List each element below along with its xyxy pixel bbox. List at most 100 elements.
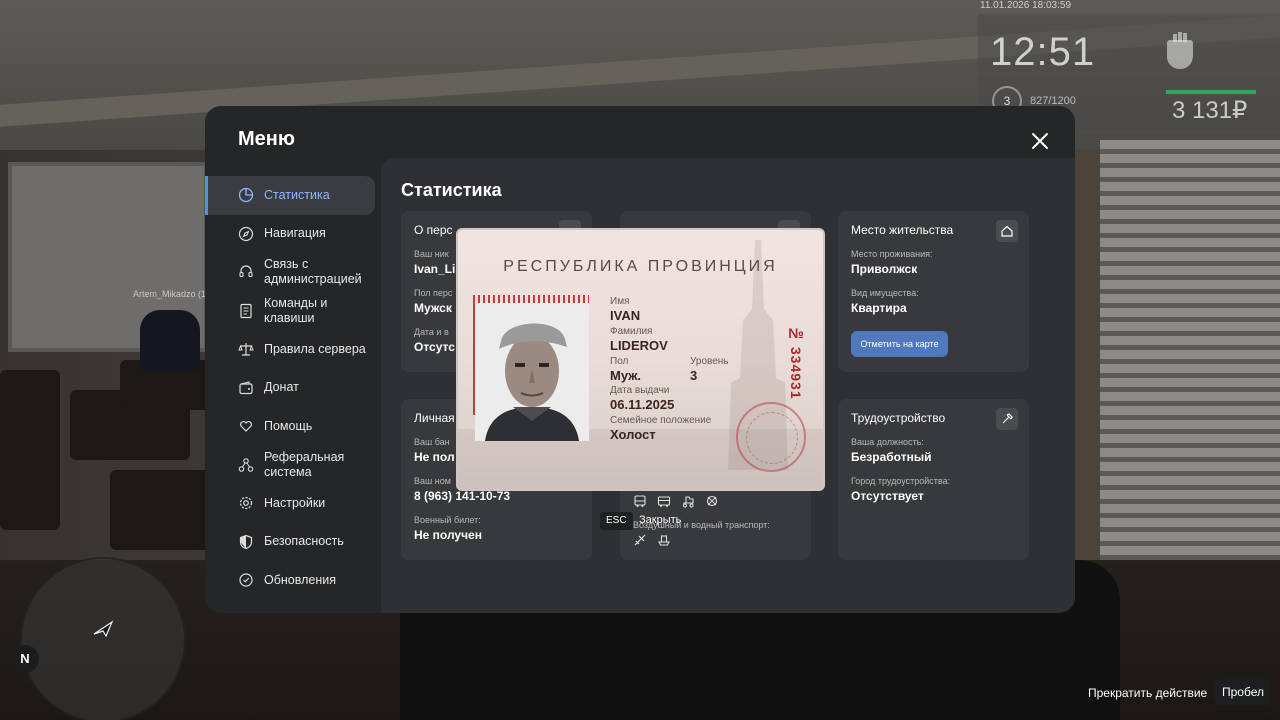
passport-family-label: Семейное положение bbox=[610, 415, 712, 426]
scales-icon bbox=[238, 343, 254, 356]
hud-datetime: 11.01.2026 18:03:59 bbox=[980, 0, 1072, 11]
phone-label: Ваш ном bbox=[414, 476, 451, 486]
gender-label: Пол перс bbox=[414, 288, 453, 298]
card-title: Личная bbox=[414, 411, 455, 425]
work-city-label: Город трудоустройства: bbox=[851, 476, 951, 486]
sidebar-item-commands[interactable]: Команды и клавиши bbox=[205, 292, 381, 331]
wallet-icon bbox=[239, 381, 253, 394]
nick-value: Ivan_Li bbox=[414, 262, 456, 276]
hud-money: 3 131₽ bbox=[1172, 97, 1248, 124]
fist-icon bbox=[1167, 32, 1193, 69]
stop-action-hint: Прекратить действие bbox=[1088, 686, 1208, 700]
passport-name-value: IVAN bbox=[610, 308, 641, 323]
space-key-badge[interactable]: Пробел bbox=[1215, 679, 1271, 705]
military-label: Военный билет: bbox=[414, 515, 481, 525]
special-vehicle-icon bbox=[706, 495, 718, 507]
sidebar-item-navigation[interactable]: Навигация bbox=[205, 215, 381, 254]
date-label: Дата и в bbox=[414, 327, 449, 337]
sidebar-item-settings[interactable]: Настройки bbox=[205, 484, 381, 523]
sidebar-item-label: Статистика bbox=[264, 187, 330, 202]
shield-icon bbox=[239, 534, 253, 549]
home-icon bbox=[996, 220, 1018, 242]
sidebar-item-security[interactable]: Безопасность bbox=[205, 523, 381, 562]
menu-title: Меню bbox=[238, 128, 295, 150]
nick-label: Ваш ник bbox=[414, 249, 449, 259]
card-title: О перс bbox=[414, 223, 453, 237]
work-city-value: Отсутствует bbox=[851, 489, 924, 503]
sidebar-item-updates[interactable]: Обновления bbox=[205, 561, 381, 600]
date-value: Отсутс bbox=[414, 340, 455, 354]
passport-photo bbox=[475, 303, 589, 441]
passport-name-label: Имя bbox=[610, 296, 630, 307]
player-nametag: Artem_Mikadzo (1 bbox=[133, 289, 207, 299]
sidebar-item-label: Команды и клавиши bbox=[264, 295, 328, 325]
sidebar-item-label: Безопасность bbox=[264, 534, 344, 549]
passport-surname-label: Фамилия bbox=[610, 326, 653, 337]
passport-issue-value: 06.11.2025 bbox=[610, 397, 675, 412]
card-title: Место жительства bbox=[851, 223, 954, 237]
card-residence: Место жительства Место проживания: Приво… bbox=[838, 211, 1029, 372]
sidebar-item-label: Донат bbox=[264, 380, 299, 395]
plane-icon bbox=[634, 534, 646, 546]
sidebar-item-label: Связь с администрацией bbox=[264, 257, 362, 287]
passport-family-value: Холост bbox=[610, 427, 656, 442]
card-title: Трудоустройство bbox=[851, 411, 946, 425]
card-employment: Трудоустройство Ваша должность: Безработ… bbox=[838, 399, 1029, 560]
mark-on-map-button[interactable]: Отметить на карте bbox=[851, 331, 948, 357]
air-vehicle-icons bbox=[633, 533, 671, 547]
passport-number: № 334931 bbox=[788, 325, 804, 400]
residence-value: Приволжск bbox=[851, 262, 918, 276]
gear-icon bbox=[239, 497, 253, 510]
tractor-icon bbox=[683, 496, 694, 508]
passport-level-label: Уровень bbox=[690, 356, 729, 367]
ground-vehicle-icons bbox=[633, 494, 719, 508]
sidebar-item-donate[interactable]: Донат bbox=[205, 369, 381, 408]
bank-label: Ваш бан bbox=[414, 437, 450, 447]
compass-icon bbox=[238, 226, 254, 241]
player-arrow-icon bbox=[93, 620, 114, 638]
bus-icon bbox=[634, 495, 646, 507]
property-value: Квартира bbox=[851, 301, 907, 315]
truck-icon bbox=[657, 496, 671, 507]
minimap bbox=[20, 557, 186, 720]
sidebar-item-help[interactable]: Помощь bbox=[205, 407, 381, 446]
bank-value: Не пол bbox=[414, 450, 455, 464]
heart-hands-icon bbox=[240, 421, 252, 433]
sidebar-item-label: Настройки bbox=[264, 495, 326, 510]
sidebar-item-referral[interactable]: Реферальная система bbox=[205, 446, 381, 485]
pie-chart-icon bbox=[238, 188, 254, 203]
hud-health-bar bbox=[1166, 90, 1256, 94]
content-title: Статистика bbox=[401, 180, 502, 200]
sidebar-item-label: Правила сервера bbox=[264, 341, 366, 356]
military-value: Не получен bbox=[414, 528, 482, 542]
passport-gender-label: Пол bbox=[610, 356, 629, 367]
residence-label: Место проживания: bbox=[851, 249, 933, 259]
headset-icon bbox=[239, 265, 253, 278]
sidebar-item-contact-admin[interactable]: Связь с администрацией bbox=[205, 253, 381, 292]
passport-title: РЕСПУБЛИКА ПРОВИНЦИЯ bbox=[503, 258, 778, 275]
passport-issue-label: Дата выдачи bbox=[610, 385, 670, 396]
sidebar: Статистика Навигация Связь с администрац… bbox=[205, 176, 381, 600]
esc-key-badge[interactable]: ESC bbox=[600, 512, 633, 530]
passport-gender-value: Муж. bbox=[610, 368, 642, 383]
close-hint-label: Закрыть bbox=[639, 514, 682, 526]
hud-time: 12:51 bbox=[990, 30, 1096, 74]
network-icon bbox=[238, 457, 254, 472]
passport-level-value: 3 bbox=[690, 368, 698, 383]
passport-surname-value: LIDEROV bbox=[610, 338, 668, 353]
sidebar-item-label: Реферальная система bbox=[264, 449, 345, 479]
passport-stamp-seal bbox=[736, 402, 806, 472]
position-label: Ваша должность: bbox=[851, 437, 924, 447]
sidebar-item-rules[interactable]: Правила сервера bbox=[205, 330, 381, 369]
boat-icon bbox=[658, 535, 670, 546]
position-value: Безработный bbox=[851, 450, 932, 464]
sidebar-item-label: Обновления bbox=[264, 572, 336, 587]
sidebar-item-statistics[interactable]: Статистика bbox=[205, 176, 375, 215]
sidebar-item-label: Помощь bbox=[264, 418, 313, 433]
refresh-icon bbox=[239, 573, 253, 587]
phone-value: 8 (963) 141-10-73 bbox=[414, 489, 511, 503]
close-icon[interactable] bbox=[1025, 126, 1055, 156]
sidebar-item-label: Навигация bbox=[264, 226, 326, 241]
property-label: Вид имущества: bbox=[851, 288, 919, 298]
passport-card: РЕСПУБЛИКА ПРОВИНЦИЯ Имя IVAN Фамилия LI… bbox=[456, 228, 825, 491]
